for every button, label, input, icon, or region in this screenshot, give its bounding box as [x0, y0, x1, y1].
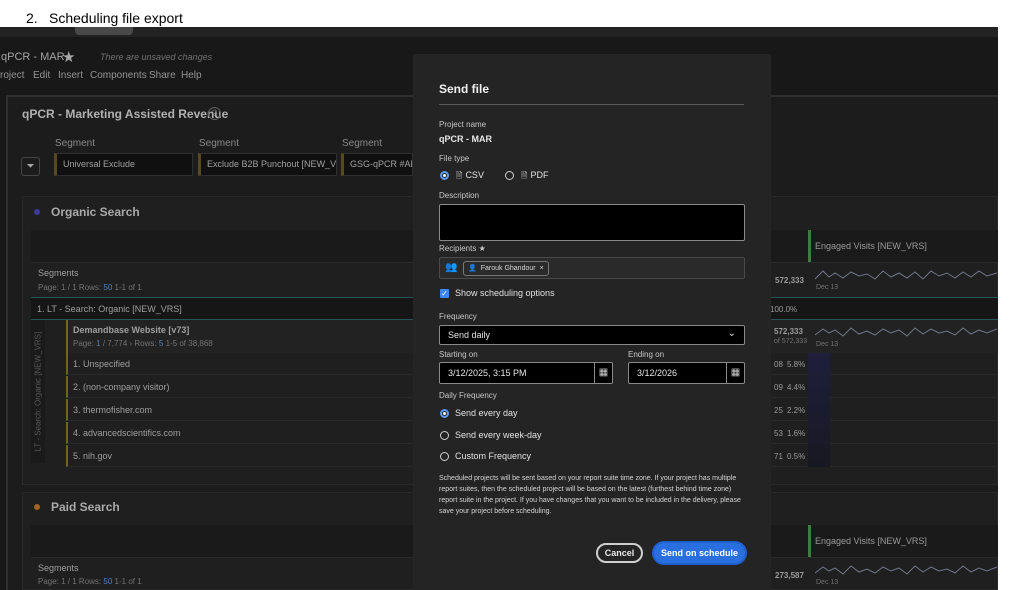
- custom-frequency-radio[interactable]: [440, 452, 449, 461]
- document-heading: 2. Scheduling file export: [0, 0, 1024, 27]
- cancel-button[interactable]: Cancel: [596, 543, 643, 563]
- frequency-select[interactable]: Send daily ⌄: [439, 325, 745, 345]
- heading-number: 2.: [26, 10, 38, 26]
- starting-on-label: Starting on: [439, 350, 478, 359]
- calendar-icon[interactable]: ▦: [726, 363, 744, 383]
- ending-on-label: Ending on: [628, 350, 665, 359]
- dialog-title: Send file: [439, 82, 490, 96]
- project-name-value: qPCR - MAR: [439, 134, 492, 144]
- csv-radio[interactable]: [440, 171, 449, 180]
- send-file-dialog: Send file Project name qPCR - MAR File t…: [413, 54, 771, 590]
- show-scheduling-checkbox[interactable]: ✓: [440, 289, 449, 298]
- csv-label[interactable]: 🗎 CSV: [456, 170, 484, 184]
- project-name-label: Project name: [439, 120, 487, 129]
- send-every-weekday-radio[interactable]: [440, 431, 449, 440]
- user-picker-icon[interactable]: 👥: [445, 262, 457, 273]
- recipients-field[interactable]: 👥 👤 Farouk Ghandour ×: [439, 257, 745, 279]
- remove-recipient-icon[interactable]: ×: [540, 265, 544, 272]
- description-label: Description: [439, 191, 480, 200]
- dialog-divider: [439, 104, 744, 105]
- timezone-notice: Scheduled projects will be sent based on…: [439, 475, 741, 515]
- show-scheduling-label[interactable]: Show scheduling options: [455, 288, 555, 298]
- starting-on-value: 3/12/2025, 3:15 PM: [448, 368, 527, 378]
- file-type-label: File type: [439, 154, 470, 163]
- recipients-label: Recipients ★: [439, 244, 486, 253]
- calendar-icon[interactable]: ▦: [594, 363, 612, 383]
- send-every-day-radio[interactable]: [440, 409, 449, 418]
- daily-frequency-label: Daily Frequency: [439, 391, 497, 400]
- file-icon: 🗎: [521, 171, 528, 180]
- frequency-value: Send daily: [448, 330, 491, 340]
- person-icon: 👤: [468, 265, 477, 272]
- file-icon: 🗎: [456, 171, 463, 180]
- frequency-label: Frequency: [439, 312, 477, 321]
- send-on-schedule-button[interactable]: Send on schedule: [652, 541, 747, 565]
- ending-on-value: 3/12/2026: [637, 368, 678, 378]
- send-every-day-label[interactable]: Send every day: [455, 408, 518, 418]
- pdf-radio[interactable]: [505, 171, 514, 180]
- send-every-weekday-label[interactable]: Send every week-day: [455, 430, 542, 440]
- ending-on-input[interactable]: 3/12/2026 ▦: [628, 362, 745, 384]
- pdf-label[interactable]: 🗎 PDF: [521, 170, 548, 184]
- custom-frequency-label[interactable]: Custom Frequency: [455, 451, 531, 461]
- recipient-chip[interactable]: 👤 Farouk Ghandour ×: [463, 261, 549, 276]
- chevron-down-icon: ⌄: [727, 328, 736, 339]
- heading-text: Scheduling file export: [49, 10, 183, 26]
- starting-on-input[interactable]: 3/12/2025, 3:15 PM ▦: [439, 362, 613, 384]
- description-textarea[interactable]: [439, 204, 745, 241]
